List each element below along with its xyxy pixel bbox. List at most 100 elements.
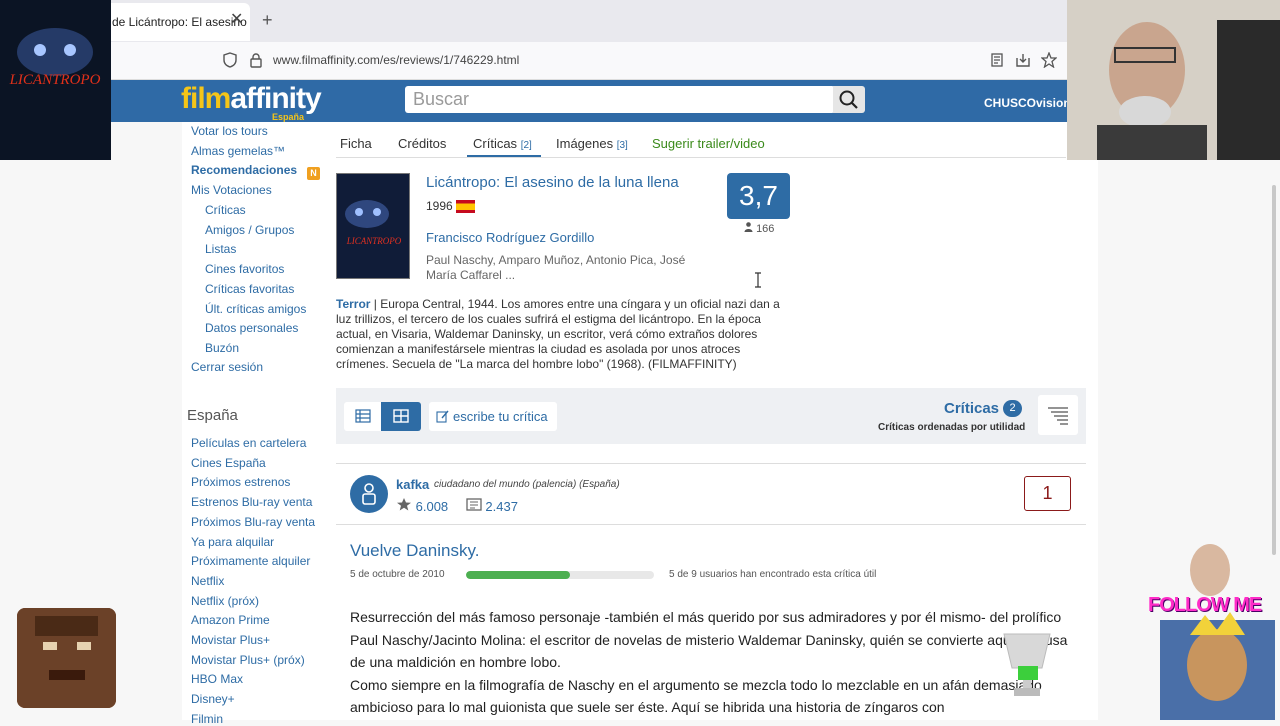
list-view-icon xyxy=(355,409,371,423)
search-button[interactable] xyxy=(833,86,865,113)
sidebar-item[interactable]: Datos personales xyxy=(205,321,298,335)
sidebar-item[interactable]: Cines favoritos xyxy=(205,262,284,276)
review-divider-bottom xyxy=(336,524,1086,525)
sidebar-item[interactable]: Disney+ xyxy=(191,692,235,706)
write-review-button[interactable]: escribe tu crítica xyxy=(429,402,557,431)
avatar[interactable] xyxy=(350,475,388,513)
review-divider-top xyxy=(336,463,1086,464)
movie-synopsis: Terror | Europa Central, 1944. Los amore… xyxy=(336,297,780,371)
scrollbar[interactable] xyxy=(1272,185,1276,555)
new-tab-icon[interactable]: + xyxy=(262,10,273,30)
vote-count: 166 xyxy=(744,222,774,235)
trophy-icon xyxy=(998,628,1056,713)
webcam-overlay xyxy=(1067,0,1280,160)
movie-poster[interactable]: LICANTROPO xyxy=(336,173,410,279)
reader-view-icon[interactable] xyxy=(990,53,1004,72)
usefulness-text: 5 de 9 usuarios han encontrado esta crít… xyxy=(669,569,877,580)
reviewer-location: ciudadano del mundo (palencia) (España) xyxy=(434,479,620,490)
sidebar-item[interactable]: Netflix xyxy=(191,574,224,588)
sort-button[interactable] xyxy=(1038,395,1078,435)
follow-me-overlay xyxy=(1160,540,1275,720)
reviews-count-icon xyxy=(466,498,482,511)
star-votes-icon xyxy=(397,498,411,511)
sidebar-item[interactable]: Próximos estrenos xyxy=(191,475,290,489)
sort-icon xyxy=(1048,407,1068,425)
grid-view-icon xyxy=(393,409,409,423)
logout-link[interactable]: Cerrar sesión xyxy=(191,360,263,374)
review-date: 5 de octubre de 2010 xyxy=(350,569,445,580)
suggest-trailer-link[interactable]: Sugerir trailer/video xyxy=(652,136,765,151)
filmaffinity-logo[interactable]: filmaffinity xyxy=(181,82,322,116)
tab-criticas[interactable]: Críticas [2] xyxy=(473,136,532,151)
user-icon xyxy=(744,222,753,232)
tab-imagenes[interactable]: Imágenes [3] xyxy=(556,136,628,151)
tabs-divider xyxy=(336,157,1066,158)
sidebar-item[interactable]: Filmin xyxy=(191,712,223,726)
movie-rating: 3,7 xyxy=(727,173,790,219)
sidebar-item[interactable]: Críticas favoritas xyxy=(205,282,294,296)
sidebar-section-title: España xyxy=(187,407,238,424)
sidebar-item[interactable]: Estrenos Blu-ray venta xyxy=(191,495,312,509)
browser-tab[interactable]: de Licántropo: El asesino xyxy=(100,3,250,41)
sidebar-item[interactable]: Mis Votaciones xyxy=(191,183,272,197)
genre-link[interactable]: Terror xyxy=(336,297,370,311)
review-score: 1 xyxy=(1024,476,1071,511)
edit-icon xyxy=(436,410,449,423)
cast-list[interactable]: Paul Naschy, Amparo Muñoz, Antonio Pica,… xyxy=(426,253,706,283)
active-tab-indicator xyxy=(467,155,541,157)
text-cursor-icon xyxy=(754,272,762,293)
usefulness-fill xyxy=(466,571,571,579)
sidebar-item[interactable]: Amazon Prime xyxy=(191,613,270,627)
sidebar-item[interactable]: HBO Max xyxy=(191,672,243,686)
sidebar-item[interactable]: Críticas xyxy=(205,203,246,217)
bookmark-star-icon[interactable] xyxy=(1040,51,1058,73)
spain-flag-icon xyxy=(456,200,475,213)
user-avatar-icon xyxy=(362,483,376,505)
reviews-title: Críticas xyxy=(944,400,1000,417)
movie-title-link[interactable]: Licántropo: El asesino de la luna llena xyxy=(426,174,679,191)
review-title: Vuelve Daninsky. xyxy=(350,541,480,560)
reviewer-stats: 6.008 2.437 xyxy=(396,497,518,514)
reviews-count-badge: 2 xyxy=(1003,400,1022,417)
sidebar-item[interactable]: Listas xyxy=(205,242,236,256)
sidebar-item[interactable]: Últ. críticas amigos xyxy=(205,302,306,316)
sidebar-item[interactable]: Buzón xyxy=(205,341,239,355)
sidebar-item[interactable]: Películas en cartelera xyxy=(191,436,306,450)
sidebar-item[interactable]: Amigos / Grupos xyxy=(205,223,294,237)
search-input[interactable]: Buscar xyxy=(405,86,835,113)
sidebar-item[interactable]: Movistar Plus+ (próx) xyxy=(191,653,305,667)
address-bar[interactable]: www.filmaffinity.com/es/reviews/1/746229… xyxy=(273,53,519,67)
reviews-order-text: Críticas ordenadas por utilidad xyxy=(878,422,1026,433)
logo-country: España xyxy=(272,112,305,122)
sidebar-item[interactable]: Movistar Plus+ xyxy=(191,633,270,647)
sidebar-item[interactable]: Próximamente alquiler xyxy=(191,554,310,568)
review-paragraph: Resurrección del más famoso personaje -t… xyxy=(350,609,1068,670)
save-to-pocket-icon[interactable] xyxy=(1015,52,1031,73)
usefulness-bar xyxy=(466,571,654,579)
grid-view-button[interactable] xyxy=(381,402,421,431)
new-badge: N xyxy=(307,167,320,180)
sidebar-item[interactable]: Almas gemelas™ xyxy=(191,144,285,158)
tab-ficha[interactable]: Ficha xyxy=(340,136,372,151)
lock-icon[interactable] xyxy=(249,52,263,71)
list-view-button[interactable] xyxy=(344,402,381,431)
sidebar-item[interactable]: Votar los tours xyxy=(191,124,268,138)
sidebar-item[interactable]: Cines España xyxy=(191,456,266,470)
sidebar-item[interactable]: Ya para alquilar xyxy=(191,535,274,549)
username-link[interactable]: CHUSCOvision xyxy=(984,96,1071,110)
tab-close-icon[interactable]: ✕ xyxy=(230,12,243,28)
tab-creditos[interactable]: Créditos xyxy=(398,136,446,151)
svg-text:LICANTROPO: LICANTROPO xyxy=(9,72,101,88)
sidebar-item[interactable]: Recomendaciones xyxy=(191,163,297,177)
sidebar-item[interactable]: Próximos Blu-ray venta xyxy=(191,515,315,529)
shield-icon[interactable] xyxy=(223,52,237,71)
movie-year: 1996 xyxy=(426,199,453,213)
follow-me-text: FOLLOW ME xyxy=(1148,594,1262,616)
review-paragraph: Como siempre en la filmografía de Naschy… xyxy=(350,676,1042,716)
sidebar-item[interactable]: Netflix (próx) xyxy=(191,594,259,608)
director-link[interactable]: Francisco Rodríguez Gordillo xyxy=(426,230,594,245)
reviewer-name-link[interactable]: kafka xyxy=(396,477,429,492)
search-icon xyxy=(839,90,858,109)
poster-overlay: LICANTROPO xyxy=(0,0,111,160)
review-body: Resurrección del más famoso personaje -t… xyxy=(350,606,1070,719)
